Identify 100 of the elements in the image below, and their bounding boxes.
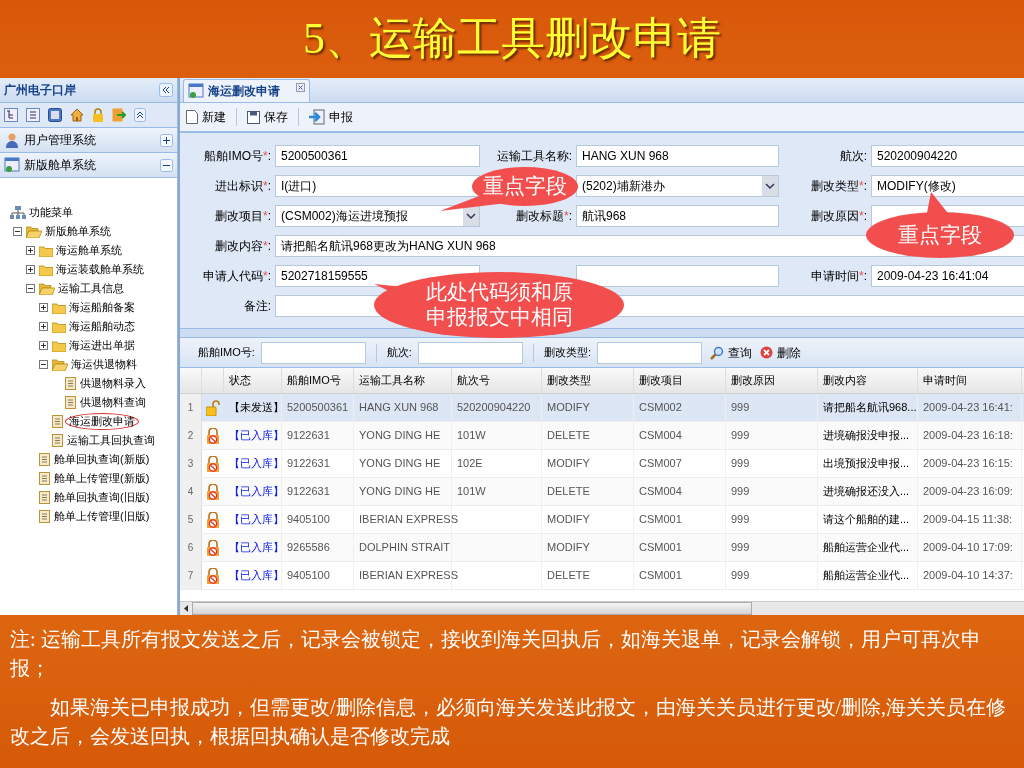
row-number: 2 bbox=[187, 429, 194, 443]
field-label: 删改原因*: bbox=[811, 208, 867, 225]
toolbar-button[interactable]: 保存 bbox=[245, 108, 290, 126]
accordion-header[interactable]: 用户管理系统 bbox=[0, 128, 177, 153]
field-label: 删改标题*: bbox=[516, 208, 572, 225]
table-cell-text: IBERIAN EXPRESS bbox=[359, 512, 459, 528]
page-icon bbox=[52, 434, 63, 447]
dropdown-field[interactable]: (5202)埔新港办 bbox=[576, 175, 779, 197]
accordion-header[interactable]: 新版舱单系统 bbox=[0, 153, 177, 178]
table-cell-text: MODIFY bbox=[547, 540, 590, 556]
table-cell-text: 101W bbox=[457, 484, 486, 500]
table-row[interactable]: 3 【已入库】 9122631 YONG DING HE 102E MODIFY CSM007 999 出境预报没申报... 2009-04-23 16:15: bbox=[180, 450, 1024, 478]
toolbar-button[interactable]: 查询 bbox=[709, 343, 752, 362]
table-row[interactable]: 7 【已入库】 9405100 IBERIAN EXPRESS DELETE CSM001 999 船舶运营企业代... 2009-04-10 14:37: bbox=[180, 562, 1024, 590]
input-field[interactable]: 航讯968 bbox=[576, 205, 779, 227]
toolbar-button[interactable]: 删除 bbox=[759, 343, 801, 362]
scrollbar[interactable] bbox=[180, 601, 1024, 615]
input-field[interactable]: 520200904220 bbox=[871, 145, 1024, 167]
input-field[interactable]: MODIFY(修改) bbox=[871, 175, 1024, 197]
tab[interactable]: 海运删改申请 bbox=[183, 79, 310, 102]
tree-item[interactable]: 运输工具回执查询 bbox=[65, 432, 157, 449]
input-field[interactable] bbox=[596, 341, 702, 364]
row-number: 5 bbox=[187, 513, 194, 527]
tree-item[interactable]: 舱单上传管理(新版) bbox=[52, 470, 152, 487]
tree-item[interactable]: 舱单回执查询(旧版) bbox=[52, 489, 152, 506]
column-header[interactable]: 运输工具名称 bbox=[359, 372, 425, 389]
tree-icon[interactable] bbox=[4, 108, 18, 122]
table-cell-text: 9122631 bbox=[287, 484, 330, 500]
expand-icon[interactable] bbox=[26, 246, 35, 255]
table-row[interactable]: 6 【已入库】 9265586 DOLPHIN STRAIT MODIFY CSM001 999 船舶运营企业代... 2009-04-10 17:09: bbox=[180, 534, 1024, 562]
column-header[interactable]: 删改内容 bbox=[823, 372, 867, 389]
field-label: 船舶IMO号*: bbox=[204, 148, 271, 165]
list-icon[interactable] bbox=[26, 108, 40, 122]
table-cell-text: YONG DING HE bbox=[359, 484, 441, 500]
collapse-icon[interactable] bbox=[159, 83, 173, 97]
tree-item[interactable]: 舱单上传管理(旧版) bbox=[52, 508, 152, 525]
window-icon[interactable] bbox=[48, 108, 62, 122]
tree-item[interactable]: 海运舱单系统 bbox=[55, 243, 123, 258]
tree-item[interactable]: 海运船舶备案 bbox=[68, 300, 136, 315]
close-icon[interactable] bbox=[296, 83, 305, 92]
dropdown-field[interactable]: (CSM002)海运进境预报 bbox=[275, 205, 480, 227]
row-number: 6 bbox=[187, 541, 194, 555]
table-cell-text: 999 bbox=[731, 400, 750, 416]
input-field[interactable] bbox=[576, 265, 779, 287]
column-header[interactable]: 删改项目 bbox=[639, 372, 683, 389]
table-cell-text: 【已入库】 bbox=[229, 568, 284, 584]
expand-icon[interactable] bbox=[39, 322, 48, 331]
table-cell-text: CSM001 bbox=[639, 568, 682, 584]
toolbar-button[interactable]: 新建 bbox=[184, 108, 228, 126]
expand-icon[interactable] bbox=[39, 341, 48, 350]
page-icon bbox=[52, 415, 63, 428]
input-field[interactable]: I(进口) bbox=[275, 175, 480, 197]
input-field[interactable]: 5200500361 bbox=[275, 145, 480, 167]
tree-item[interactable]: 海运装载舱单系统 bbox=[55, 262, 145, 277]
table-cell-text: DELETE bbox=[547, 568, 590, 584]
column-header[interactable]: 船舶IMO号 bbox=[287, 372, 341, 389]
tree-item[interactable]: 供退物料查询 bbox=[78, 394, 148, 411]
collapse-icon[interactable] bbox=[26, 284, 35, 293]
tree-item[interactable]: 海运船舶动态 bbox=[68, 319, 136, 334]
table-row[interactable]: 4 【已入库】 9122631 YONG DING HE 101W DELETE CSM004 999 进境确报还没入... 2009-04-23 16:09: bbox=[180, 478, 1024, 506]
column-header[interactable]: 航次号 bbox=[457, 372, 490, 389]
table-cell-text: DELETE bbox=[547, 484, 590, 500]
column-header[interactable]: 删改原因 bbox=[731, 372, 775, 389]
input-field[interactable] bbox=[260, 341, 366, 364]
page-icon bbox=[39, 510, 50, 523]
toolbar-button[interactable]: 申报 bbox=[307, 108, 355, 126]
home-icon[interactable] bbox=[70, 108, 84, 122]
input-field[interactable] bbox=[417, 341, 523, 364]
input-field[interactable]: 2009-04-23 16:41:04 bbox=[871, 265, 1024, 287]
tree-item[interactable]: 运输工具信息 bbox=[57, 281, 125, 296]
table-row[interactable]: 1 【未发送】 5200500361 HANG XUN 968 520200904220 MODIFY CSM002 999 请把船名航讯968... 2009-04-23 16:41: bbox=[180, 394, 1024, 422]
page-icon bbox=[65, 396, 76, 409]
table-cell-text: 520200904220 bbox=[457, 400, 531, 416]
table-row[interactable]: 2 【已入库】 9122631 YONG DING HE 101W DELETE CSM004 999 进境确报没申报... 2009-04-23 16:18: bbox=[180, 422, 1024, 450]
column-header[interactable]: 申请时间 bbox=[923, 372, 967, 389]
tree-item[interactable]: 功能菜单 bbox=[28, 205, 74, 220]
exit-icon[interactable] bbox=[112, 108, 126, 122]
collapse-icon[interactable] bbox=[39, 360, 48, 369]
field-label: 备注: bbox=[243, 298, 271, 315]
table-cell-text: 出境预报没申报... bbox=[823, 456, 910, 472]
table-cell-text: 请把船名航讯968... bbox=[823, 400, 917, 416]
expand-icon[interactable] bbox=[26, 265, 35, 274]
tree-item[interactable]: 海运进出单据 bbox=[68, 338, 136, 353]
tree-item[interactable]: 舱单回执查询(新版) bbox=[52, 451, 152, 468]
tree-item[interactable]: 海运供退物料 bbox=[70, 357, 138, 372]
collapse-icon[interactable] bbox=[13, 227, 22, 236]
table-cell-text: 9122631 bbox=[287, 428, 330, 444]
send-icon bbox=[309, 109, 325, 125]
expand-icon[interactable] bbox=[39, 303, 48, 312]
column-header[interactable]: 删改类型 bbox=[547, 372, 591, 389]
table-row[interactable]: 5 【已入库】 9405100 IBERIAN EXPRESS MODIFY CSM001 999 请这个船舶的建... 2009-04-15 11:38: bbox=[180, 506, 1024, 534]
lock-icon[interactable] bbox=[92, 108, 104, 122]
column-header[interactable]: 状态 bbox=[229, 372, 251, 389]
scroll-up-icon[interactable] bbox=[134, 108, 146, 122]
input-field[interactable]: HANG XUN 968 bbox=[576, 145, 779, 167]
field-label: 删改类型*: bbox=[811, 178, 867, 195]
table-cell-text: 【已入库】 bbox=[229, 456, 284, 472]
tree-item[interactable]: 供退物料录入 bbox=[78, 375, 148, 392]
delete-icon bbox=[759, 346, 773, 359]
tree-item[interactable]: 新版舱单系统 bbox=[44, 224, 112, 239]
